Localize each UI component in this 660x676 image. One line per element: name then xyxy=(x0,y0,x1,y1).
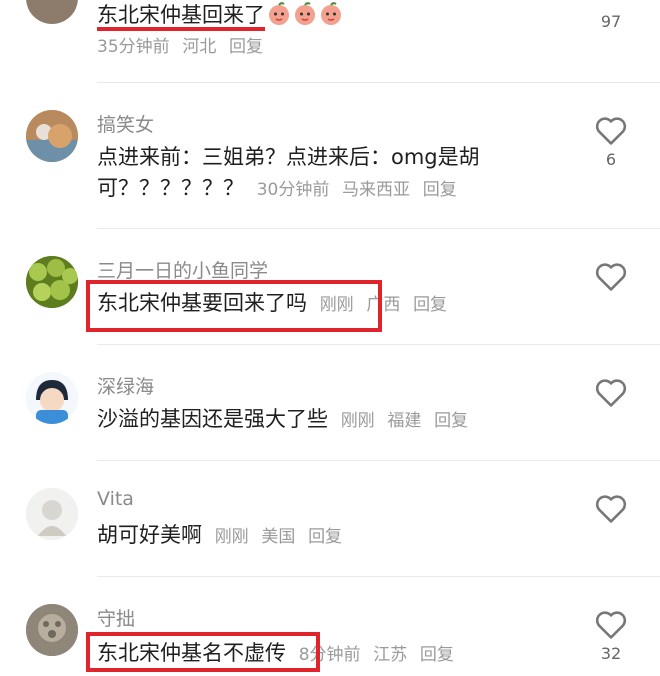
peach-face-emoji-icon xyxy=(295,2,315,25)
heart-outline-icon xyxy=(595,611,627,639)
comment-body: 胡可好美啊 xyxy=(97,523,202,547)
username[interactable]: Vita xyxy=(97,488,134,510)
comment-time: 刚刚 xyxy=(340,411,375,431)
reply-button[interactable]: 回复 xyxy=(420,645,454,665)
comment-body: 沙溢的基因还是强大了些 xyxy=(97,407,328,431)
username[interactable]: 三月一日的小鱼同学 xyxy=(97,256,268,283)
avatar[interactable] xyxy=(26,110,78,162)
reply-button[interactable]: 回复 xyxy=(434,411,468,431)
comment-time: 刚刚 xyxy=(214,527,249,547)
avatar[interactable] xyxy=(26,256,78,308)
highlight-box xyxy=(86,632,320,672)
like-button[interactable] xyxy=(592,376,630,408)
reply-button[interactable]: 回复 xyxy=(423,180,457,200)
comment-list: 东北宋仲基回来了 35分钟前 河北 回复 97 搞笑女 点进来前：三姐弟？点进来… xyxy=(0,0,660,676)
peach-face-emoji-icon xyxy=(321,2,341,25)
highlight-box xyxy=(86,280,382,332)
comment-item: 东北宋仲基回来了 35分钟前 河北 回复 97 xyxy=(0,0,660,82)
comment-text-line: 胡可好美啊 刚刚 美国 回复 xyxy=(97,520,342,553)
avatar-image xyxy=(26,604,78,656)
comment-location: 福建 xyxy=(387,411,422,431)
comment-text-line2: 可？？？？？？ 30分钟前 马来西亚 回复 xyxy=(97,173,457,206)
comment-body: 东北宋仲基回来了 xyxy=(97,3,265,31)
comment-text-line: 沙溢的基因还是强大了些 刚刚 福建 回复 xyxy=(97,404,468,437)
like-count: 97 xyxy=(600,12,622,31)
avatar[interactable] xyxy=(26,604,78,656)
comment-text: 东北宋仲基回来了 xyxy=(97,0,343,31)
avatar-image xyxy=(26,488,78,540)
avatar[interactable] xyxy=(26,0,78,24)
username[interactable]: 守拙 xyxy=(97,604,135,631)
like-button[interactable] xyxy=(592,260,630,292)
avatar-image xyxy=(26,110,78,162)
like-button[interactable]: 32 xyxy=(592,608,630,663)
avatar[interactable] xyxy=(26,372,78,424)
avatar[interactable] xyxy=(26,488,78,540)
comment-item: 守拙 东北宋仲基名不虚传 8分钟前 江苏 回复 32 xyxy=(0,576,660,676)
reply-button[interactable]: 回复 xyxy=(229,37,263,57)
like-button[interactable]: 6 xyxy=(592,114,630,169)
heart-outline-icon xyxy=(595,495,627,523)
comment-body-cont: 可？？？？？？ xyxy=(97,176,244,200)
heart-outline-icon xyxy=(595,263,627,291)
comment-location: 马来西亚 xyxy=(342,180,411,200)
comment-time: 35分钟前 xyxy=(97,37,170,57)
comment-item: 三月一日的小鱼同学 东北宋仲基要回来了吗 刚刚 广西 回复 xyxy=(0,228,660,344)
username[interactable]: 搞笑女 xyxy=(97,110,154,137)
comment-item: 深绿海 沙溢的基因还是强大了些 刚刚 福建 回复 xyxy=(0,344,660,460)
comment-time: 30分钟前 xyxy=(256,180,330,200)
avatar-image xyxy=(26,372,78,424)
username[interactable]: 深绿海 xyxy=(97,372,154,399)
like-button[interactable] xyxy=(592,492,630,524)
like-count: 6 xyxy=(605,150,617,169)
reply-button[interactable]: 回复 xyxy=(308,527,342,547)
comment-item: 搞笑女 点进来前：三姐弟？点进来后：omg是胡 可？？？？？？ 30分钟前 马来… xyxy=(0,82,660,228)
comment-meta-line: 35分钟前 河北 回复 xyxy=(97,30,263,63)
avatar-image xyxy=(26,256,78,308)
comment-location: 江苏 xyxy=(373,645,408,665)
comment-body: 点进来前：三姐弟？点进来后：omg是胡 xyxy=(97,145,480,169)
comment-location: 美国 xyxy=(261,527,296,547)
reply-button[interactable]: 回复 xyxy=(413,295,447,315)
heart-outline-icon xyxy=(595,117,627,145)
comment-item: Vita 胡可好美啊 刚刚 美国 回复 xyxy=(0,460,660,576)
heart-outline-icon xyxy=(595,379,627,407)
like-button[interactable]: 97 xyxy=(592,8,630,31)
comment-location: 河北 xyxy=(182,37,217,57)
peach-face-emoji-icon xyxy=(269,2,289,25)
like-count: 32 xyxy=(600,644,622,663)
